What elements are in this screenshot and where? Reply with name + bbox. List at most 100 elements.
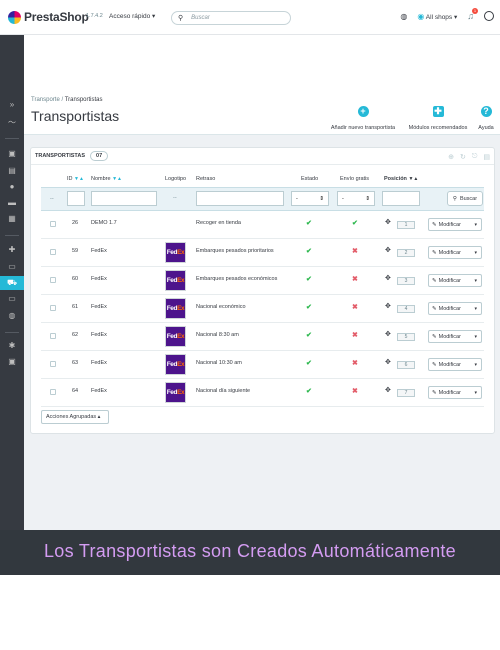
row-checkbox[interactable] [50, 277, 56, 283]
filter-id-input[interactable] [67, 191, 85, 206]
drag-handle-icon[interactable]: ✥ [385, 274, 391, 282]
settings-gear-icon[interactable]: ✱ [7, 341, 17, 351]
filter-name-input[interactable] [91, 191, 157, 206]
modify-button[interactable]: ✎ Modificar ▾ [428, 302, 482, 315]
stats-icon[interactable]: ▦ [7, 214, 17, 224]
modify-button[interactable]: ✎ Modificar ▾ [428, 358, 482, 371]
status-enabled-check-icon[interactable]: ✔ [306, 219, 312, 227]
free-shipping-cross-icon[interactable]: ✖ [352, 331, 358, 339]
customers-icon[interactable]: ● [7, 182, 17, 192]
drag-handle-icon[interactable]: ✥ [385, 302, 391, 310]
caret-down-icon[interactable]: ▾ [474, 390, 477, 396]
dashboard-icon[interactable]: 〜 [7, 118, 17, 128]
international-globe-icon[interactable]: ◍ [7, 311, 17, 321]
fedex-logo: Fed Ex [165, 270, 186, 291]
row-checkbox[interactable] [50, 389, 56, 395]
sort-arrows-icon[interactable]: ▼▲ [408, 176, 418, 182]
modules-icon[interactable]: ✚ [7, 245, 17, 255]
filter-free-select[interactable]: - ⇕ [337, 191, 375, 206]
caret-down-icon[interactable]: ▾ [474, 278, 477, 284]
globe-icon[interactable]: ◍ [400, 12, 407, 21]
free-shipping-cross-icon[interactable]: ✖ [352, 275, 358, 283]
row-checkbox[interactable] [50, 333, 56, 339]
modify-button[interactable]: ✎ Modificar ▾ [428, 218, 482, 231]
brand-name: PrestaShop [24, 10, 89, 24]
search-button[interactable]: ⚲ Buscar [447, 191, 483, 206]
shop-selector-label: All shops ▾ [425, 13, 458, 21]
user-avatar-icon[interactable] [484, 11, 494, 21]
modify-button[interactable]: ✎ Modificar ▾ [428, 274, 482, 287]
messages-icon[interactable]: ▬ [7, 198, 17, 208]
modify-button[interactable]: ✎ Modificar ▾ [428, 386, 482, 399]
carrier-count-badge: 07 [90, 151, 109, 161]
search-input[interactable]: ⚲ Buscar [171, 11, 291, 25]
row-position: 1 [397, 221, 415, 229]
free-shipping-cross-icon[interactable]: ✖ [352, 303, 358, 311]
status-enabled-check-icon[interactable]: ✔ [306, 247, 312, 255]
row-checkbox[interactable] [50, 361, 56, 367]
column-header-position[interactable]: Posición ▼▲ [384, 176, 418, 182]
orders-icon[interactable]: ▣ [7, 149, 17, 159]
status-enabled-check-icon[interactable]: ✔ [306, 303, 312, 311]
shop-selector[interactable]: ◉ All shops ▾ [417, 12, 457, 21]
add-icon[interactable]: ⊕ [448, 153, 454, 161]
plus-circle-icon: + [357, 106, 369, 117]
sort-arrows-icon[interactable]: ▼▲ [74, 176, 84, 182]
row-delay: Embarques pesados económicos [196, 276, 278, 282]
breadcrumb-parent[interactable]: Transporte [31, 97, 60, 103]
drag-handle-icon[interactable]: ✥ [385, 330, 391, 338]
pencil-icon: ✎ [432, 277, 437, 284]
recommended-modules-button[interactable]: ✚ Módulos recomendados [404, 106, 472, 131]
row-checkbox[interactable] [50, 305, 56, 311]
modify-button[interactable]: ✎ Modificar ▾ [428, 246, 482, 259]
filter-delay-input[interactable] [196, 191, 284, 206]
status-enabled-check-icon[interactable]: ✔ [306, 331, 312, 339]
help-label: Ayuda [478, 125, 494, 131]
row-position: 7 [397, 389, 415, 397]
drag-handle-icon[interactable]: ✥ [385, 386, 391, 394]
modify-button[interactable]: ✎ Modificar ▾ [428, 330, 482, 343]
bulk-actions-button[interactable]: Acciones Agrupadas ▴ [41, 410, 109, 424]
database-icon[interactable]: ▤ [483, 153, 490, 161]
sort-arrows-icon[interactable]: ▼▲ [112, 176, 122, 182]
refresh-icon[interactable]: ↻ [460, 153, 466, 161]
status-enabled-check-icon[interactable]: ✔ [306, 387, 312, 395]
advanced-parameters-icon[interactable]: ▣ [7, 357, 17, 367]
status-enabled-check-icon[interactable]: ✔ [306, 275, 312, 283]
drag-handle-icon[interactable]: ✥ [385, 218, 391, 226]
design-icon[interactable]: ▭ [7, 262, 17, 272]
modify-label: Modificar [438, 305, 461, 312]
column-header-id[interactable]: ID ▼▲ [67, 176, 84, 182]
help-button[interactable]: ? Ayuda [474, 106, 498, 131]
row-checkbox[interactable] [50, 249, 56, 255]
free-shipping-cross-icon[interactable]: ✖ [352, 247, 358, 255]
caret-down-icon[interactable]: ▾ [474, 334, 477, 340]
pencil-icon: ✎ [432, 333, 437, 340]
payment-icon[interactable]: ▭ [7, 294, 17, 304]
status-enabled-check-icon[interactable]: ✔ [306, 359, 312, 367]
free-shipping-check-icon[interactable]: ✔ [352, 219, 358, 227]
free-shipping-cross-icon[interactable]: ✖ [352, 387, 358, 395]
row-checkbox[interactable] [50, 221, 56, 227]
filter-status-select[interactable]: - ⇕ [291, 191, 329, 206]
collapse-menu-icon[interactable]: » [7, 100, 17, 110]
add-carrier-button[interactable]: + Añadir nuevo transportista [326, 106, 400, 131]
row-delay: Nacional económico [196, 304, 246, 310]
quick-access-dropdown[interactable]: Acceso rápido ▾ [109, 12, 155, 20]
modify-label: Modificar [438, 389, 461, 396]
caret-down-icon[interactable]: ▾ [474, 222, 477, 228]
breadcrumb-separator: / [61, 97, 64, 103]
drag-handle-icon[interactable]: ✥ [385, 358, 391, 366]
drag-handle-icon[interactable]: ✥ [385, 246, 391, 254]
caret-down-icon[interactable]: ▾ [474, 362, 477, 368]
prestashop-logo[interactable]: PrestaShop [8, 10, 89, 24]
column-header-name[interactable]: Nombre ▼▲ [91, 176, 122, 182]
filter-position-input[interactable] [382, 191, 420, 206]
export-icon[interactable]: ⎋ [472, 153, 478, 161]
caret-down-icon[interactable]: ▾ [474, 306, 477, 312]
free-shipping-cross-icon[interactable]: ✖ [352, 359, 358, 367]
notifications-bell-icon[interactable]: ♫ 1 [467, 8, 478, 21]
catalog-icon[interactable]: ▤ [7, 166, 17, 176]
search-button-label: Buscar [459, 195, 478, 202]
caret-down-icon[interactable]: ▾ [474, 250, 477, 256]
